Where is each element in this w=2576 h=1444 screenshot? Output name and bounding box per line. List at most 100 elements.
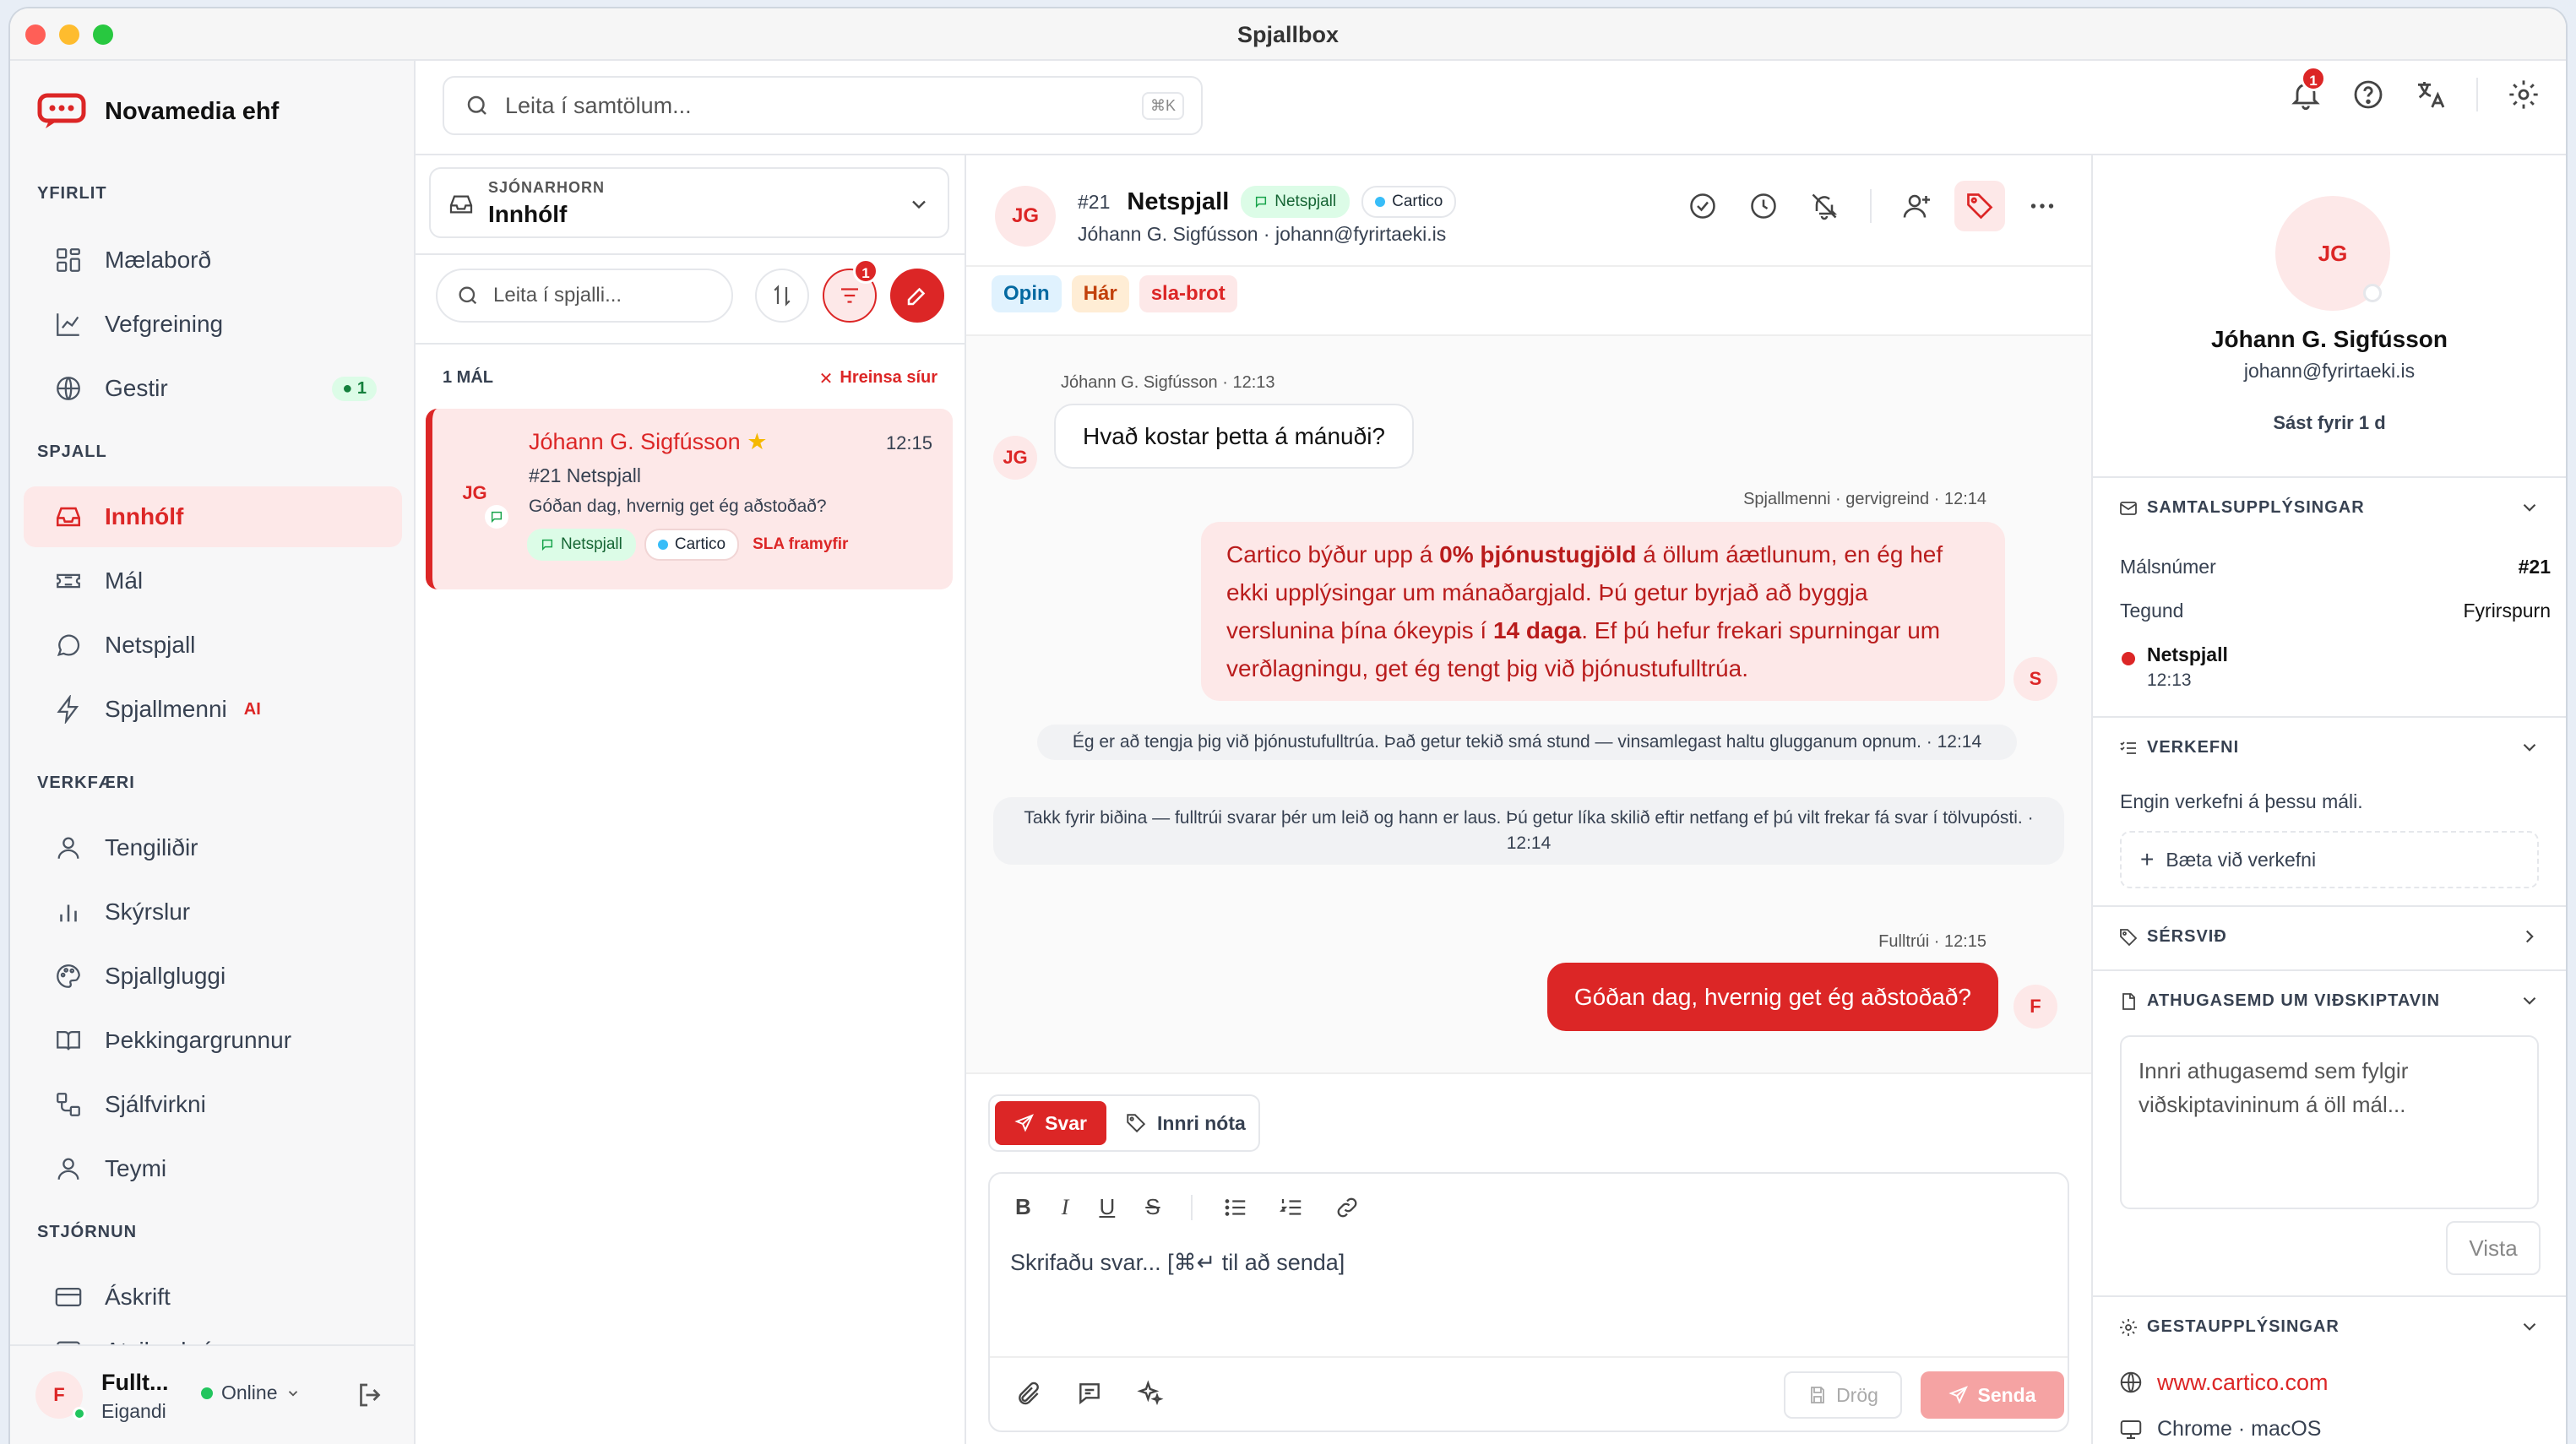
list-search-placeholder: Leita í spjalli... [493, 284, 622, 307]
sidebar-item-inbox[interactable]: Innhólf [24, 486, 402, 547]
file-icon [2122, 993, 2135, 1010]
sidebar-item-knowledge-base[interactable]: Þekkingargrunnur [24, 1010, 402, 1071]
custom-fields-section[interactable]: SÉRSVIÐ [2093, 905, 2566, 969]
conversation-list-item[interactable]: JG Jóhann G. Sigfússon ★ 12:15 #21 Netsp… [426, 409, 953, 589]
message-meta: Jóhann G. Sigfússon · 12:13 [1061, 373, 1275, 392]
compose-button[interactable] [890, 269, 944, 323]
chevron-down-icon[interactable] [2519, 990, 2541, 1012]
tab-reply[interactable]: Svar [995, 1101, 1106, 1145]
bot-message: Cartico býður upp á 0% þjónustugjöld á ö… [1201, 522, 2005, 701]
sidebar-item-label: Innhólf [105, 503, 184, 529]
star-icon: ★ [747, 429, 768, 454]
chevron-down-icon[interactable] [2519, 497, 2541, 518]
view-label: SJÓNARHORN [488, 179, 606, 196]
link-icon[interactable] [1334, 1195, 1360, 1220]
add-task-button[interactable]: + Bæta við verkefni [2120, 831, 2539, 888]
sidebar-item-subscription[interactable]: Áskrift [24, 1267, 402, 1327]
sla-tag[interactable]: sla-brot [1139, 275, 1237, 312]
sidebar-item-label: Þekkingargrunnur [105, 1027, 292, 1053]
channel-chip: Netspjall [1241, 186, 1350, 218]
tag-icon [1967, 193, 1993, 220]
visitor-url-link[interactable]: www.cartico.com [2157, 1370, 2329, 1396]
sidebar-item-reports[interactable]: Skýrslur [24, 882, 402, 942]
system-message: Ég er að tengja þig við þjónustufulltrúa… [1037, 725, 2017, 760]
section-title: SÉRSVIÐ [2147, 927, 2227, 946]
divider [416, 343, 965, 345]
more-horizontal-icon[interactable] [2027, 191, 2057, 221]
strikethrough-icon[interactable]: S [1145, 1194, 1160, 1220]
composer-tabs: Svar Innri nóta [988, 1094, 1260, 1152]
search-placeholder: Leita í samtölum... [505, 92, 692, 118]
user-bar: F Fullt... Eigandi Online [10, 1344, 414, 1444]
toolbar-divider [1870, 189, 1872, 223]
message-meta: Spjallmenni · gervigreind · 12:14 [1743, 490, 1986, 508]
language-button[interactable] [2414, 78, 2448, 111]
clear-filters-link[interactable]: ✕ Hreinsa síur [819, 368, 937, 389]
bullet-list-icon[interactable] [1223, 1195, 1248, 1220]
mail-icon [2120, 502, 2137, 515]
send-button[interactable]: Senda [1921, 1371, 2064, 1419]
underline-icon[interactable]: U [1099, 1194, 1115, 1220]
sidebar-item-analytics[interactable]: Vefgreining [24, 294, 402, 355]
sidebar-item-livechat[interactable]: Netspjall [24, 615, 402, 676]
sidebar-item-automation[interactable]: Sjálfvirkni [24, 1074, 402, 1135]
view-value: Innhólf [488, 201, 568, 227]
inbox-icon [449, 195, 473, 214]
chat-bubble-icon [1256, 196, 1267, 209]
help-button[interactable] [2351, 78, 2385, 111]
sidebar-item-label: Sjálfvirkni [105, 1091, 206, 1117]
reply-composer: Svar Innri nóta B I U S Skrifaðu svar...… [966, 1072, 2091, 1444]
sparkles-icon[interactable] [1137, 1380, 1164, 1407]
conversation-time: 12:15 [885, 432, 932, 453]
status-selector[interactable]: Online [201, 1382, 301, 1404]
logout-icon[interactable] [355, 1380, 385, 1410]
send-icon [1014, 1114, 1035, 1132]
paperclip-icon[interactable] [1015, 1380, 1042, 1407]
sidebar-item-label: Mælaborð [105, 247, 212, 273]
sidebar-item-dashboard[interactable]: Mælaborð [24, 230, 402, 290]
chevron-down-icon[interactable] [2519, 1316, 2541, 1338]
contact-name: Jóhann G. Sigfússon ★ [529, 429, 768, 454]
sidebar-item-visitors[interactable]: Gestir ● 1 [24, 358, 402, 419]
notifications-button[interactable]: 1 [2289, 66, 2326, 111]
bell-off-icon[interactable] [1809, 191, 1840, 221]
sidebar-item-chatbot[interactable]: Spjallmenni AI [24, 679, 402, 740]
filter-sliders-icon [841, 288, 858, 303]
sidebar-item-widget[interactable]: Spjallgluggi [24, 946, 402, 1007]
user-plus-icon[interactable] [1902, 191, 1932, 221]
chevron-down-icon[interactable] [2519, 736, 2541, 758]
check-circle-icon[interactable] [1687, 191, 1718, 221]
sidebar-item-tickets[interactable]: Mál [24, 551, 402, 611]
sort-button[interactable] [755, 269, 809, 323]
save-draft-button[interactable]: Drög [1784, 1371, 1902, 1419]
chat-panel: JG #21 Netspjall Netspjall Cartico Jóhan… [966, 154, 2091, 1444]
tags-button[interactable] [1954, 181, 2005, 231]
reply-input[interactable]: Skrifaðu svar... [⌘↵ til að senda] [1010, 1250, 1345, 1276]
sidebar-item-label: Gestir [105, 375, 168, 401]
clock-icon[interactable] [1748, 191, 1779, 221]
sidebar-item-contacts[interactable]: Tengiliðir [24, 817, 402, 878]
save-note-button[interactable]: Vista [2446, 1221, 2541, 1275]
filter-button[interactable]: 1 [823, 258, 878, 323]
app-window: Spjallbox Novamedia ehf YFIRLIT Mælaborð… [10, 8, 2566, 1444]
filter-count-badge: 1 [853, 258, 878, 284]
list-search-input[interactable]: Leita í spjalli... [436, 269, 733, 323]
sidebar-item-team[interactable]: Teymi [24, 1138, 402, 1199]
canned-response-icon[interactable] [1076, 1380, 1103, 1407]
tasks-empty-text: Engin verkefni á þessu máli. [2120, 790, 2363, 812]
view-selector[interactable]: SJÓNARHORN Innhólf [429, 167, 949, 238]
global-search-input[interactable]: Leita í samtölum... ⌘K [443, 76, 1203, 135]
numbered-list-icon[interactable] [1279, 1195, 1304, 1220]
status-badge[interactable]: Opin [992, 275, 1062, 312]
customer-note-textarea[interactable]: Innri athugasemd sem fylgir viðskiptavin… [2120, 1035, 2539, 1209]
sender-avatar: S [2014, 657, 2057, 701]
notification-badge: 1 [2301, 66, 2326, 91]
sidebar-item-label: Tengiliðir [105, 834, 198, 860]
settings-button[interactable] [2507, 78, 2541, 111]
tab-internal-note[interactable]: Innri nóta [1125, 1101, 1246, 1145]
customer-note-section: ATHUGASEMD UM VIÐSKIPTAVIN Innri athugas… [2093, 969, 2566, 1295]
italic-icon[interactable]: I [1062, 1195, 1069, 1220]
search-icon [459, 286, 477, 305]
priority-badge[interactable]: Hár [1071, 275, 1129, 312]
bold-icon[interactable]: B [1015, 1194, 1031, 1220]
